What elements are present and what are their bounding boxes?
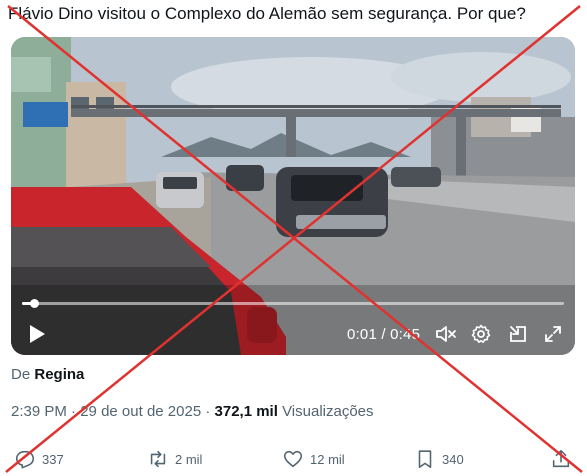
fullscreen-button[interactable] (540, 320, 566, 348)
meta-separator: · (71, 403, 77, 420)
video-time: 0:01 / 0:45 (347, 326, 420, 343)
bookmark-count: 340 (442, 451, 464, 467)
bookmark-icon (418, 450, 432, 469)
video-current-time: 0:01 (347, 326, 377, 343)
reply-count: 337 (42, 451, 64, 467)
mute-button[interactable] (433, 320, 459, 348)
volume-muted-icon (436, 326, 456, 342)
repost-button[interactable]: 2 mil (147, 448, 202, 470)
tweet-date[interactable]: 29 de out de 2025 (80, 403, 201, 420)
play-icon (30, 325, 45, 343)
attribution-prefix: De (11, 366, 31, 383)
like-count: 12 mil (310, 451, 345, 467)
meta-separator: · (205, 403, 211, 420)
reply-icon (15, 450, 35, 469)
picture-in-picture-button[interactable] (505, 320, 531, 348)
bookmark-button[interactable]: 340 (414, 448, 464, 470)
heart-icon (283, 450, 303, 468)
gear-icon (471, 324, 491, 343)
settings-button[interactable] (468, 320, 494, 348)
video-progress-bar[interactable] (22, 299, 564, 308)
tweet-text: Flávio Dino visitou o Complexo do Alemão… (8, 4, 526, 23)
attribution-name[interactable]: Regina (34, 366, 84, 383)
video-player[interactable]: 0:01 / 0:45 (11, 37, 575, 355)
share-icon (552, 449, 570, 468)
repost-count: 2 mil (175, 451, 203, 467)
play-button[interactable] (23, 320, 51, 348)
video-frame (11, 37, 575, 355)
share-button[interactable] (550, 448, 578, 470)
video-duration: 0:45 (390, 326, 421, 343)
video-attribution: De Regina (11, 366, 84, 383)
like-button[interactable]: 12 mil (282, 448, 345, 470)
views-label: Visualizações (282, 403, 374, 420)
views-count: 372,1 mil (214, 403, 278, 420)
video-progress-thumb[interactable] (29, 299, 39, 308)
tweet-metadata: 2:39 PM · 29 de out de 2025 · 372,1 mil … (11, 403, 374, 420)
picture-in-picture-icon (510, 326, 526, 342)
video-time-separator: / (381, 326, 386, 343)
repost-icon (150, 450, 166, 468)
tweet-actions: 337 2 mil 12 mil 340 (0, 448, 587, 476)
expand-icon (545, 326, 561, 342)
tweet-time[interactable]: 2:39 PM (11, 403, 67, 420)
reply-button[interactable]: 337 (14, 448, 64, 470)
